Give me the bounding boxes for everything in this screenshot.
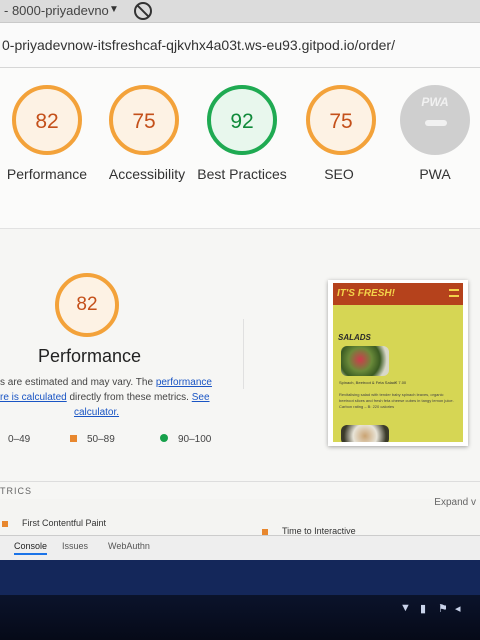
performance-heading: Performance (38, 346, 142, 366)
tab-console[interactable]: Console (14, 541, 48, 555)
second-dish-image (341, 425, 389, 442)
performance-score: 82 (35, 110, 59, 133)
thumbnail-header: IT'S FRESH! (333, 283, 463, 305)
legend-pass-range: 90–100 (178, 434, 212, 445)
pwa-label[interactable]: PWA (380, 164, 480, 184)
accessibility-score: 75 (132, 110, 156, 133)
taskbar-strip (0, 560, 480, 595)
legend-pass: 90–100 (160, 434, 211, 445)
lighthouse-score-summary: 82 Performance 75 Accessibility 92 Best … (0, 68, 480, 229)
desc-text-1: s are estimated and may vary. The (0, 377, 156, 388)
seo-label[interactable]: SEO (284, 164, 394, 184)
browser-tab-bar: - 8000-priyadevno ▼ (0, 0, 480, 23)
performance-description: s are estimated and may vary. The perfor… (0, 375, 225, 420)
performance-section: 82 Performance s are estimated and may v… (0, 229, 480, 499)
block-icon[interactable] (134, 2, 152, 20)
thumbnail-item-description: Revitalising salad with tender baby spin… (339, 392, 454, 409)
best-practices-label[interactable]: Best Practices (189, 164, 295, 184)
volume-icon[interactable]: ◂ (455, 602, 461, 615)
accessibility-gauge[interactable]: 75 (109, 85, 179, 155)
orange-square-icon (2, 520, 8, 527)
metrics-divider (0, 481, 480, 482)
address-bar[interactable]: 0-priyadevnow-itsfreshcaf-qjkvhx4a03t.ws… (0, 23, 480, 68)
seo-gauge[interactable]: 75 (306, 85, 376, 155)
legend-fail: 0–49 (8, 434, 30, 445)
url-text[interactable]: 0-priyadevnow-itsfreshcaf-qjkvhx4a03t.ws… (2, 37, 395, 53)
salad-image (341, 346, 389, 376)
performance-big-gauge: 82 (55, 273, 119, 337)
pwa-badge-text: PWA (421, 95, 449, 109)
accessibility-label[interactable]: Accessibility (92, 164, 202, 184)
orange-square-icon (70, 435, 77, 442)
best-practices-score: 92 (230, 110, 254, 133)
browser-window: - 8000-priyadevno ▼ 0-priyadevnow-itsfre… (0, 0, 480, 560)
performance-gauge[interactable]: 82 (12, 85, 82, 155)
flag-icon[interactable]: ⚑ (438, 602, 448, 615)
green-circle-icon (160, 434, 168, 442)
thumbnail-page: IT'S FRESH! SALADS Spinach, Beetroot & F… (333, 283, 463, 442)
performance-link[interactable]: performance (156, 377, 212, 388)
pwa-gauge[interactable]: PWA (400, 85, 470, 155)
desc-text-2: directly from these metrics. (66, 392, 192, 403)
legend-average-range: 50–89 (87, 434, 115, 445)
hamburger-menu-icon (449, 289, 459, 297)
performance-big-score: 82 (76, 294, 98, 315)
chevron-down-icon[interactable]: ▼ (109, 4, 119, 15)
thumbnail-brand: IT'S FRESH! (337, 288, 395, 299)
metric-first-contentful-paint: First Contentful Paint (2, 518, 106, 528)
orange-square-icon (262, 528, 268, 535)
browser-tab-title[interactable]: - 8000-priyadevno (4, 3, 109, 18)
metrics-heading: TRICS (0, 486, 32, 496)
battery-icon[interactable]: ▮ (420, 602, 426, 615)
calculator-link[interactable]: calculator. (74, 407, 119, 418)
metric-label: First Contentful Paint (22, 518, 107, 528)
legend-fail-range: 0–49 (8, 434, 31, 445)
divider (243, 319, 244, 389)
pwa-dash-icon (425, 120, 447, 126)
seo-score: 75 (329, 110, 353, 133)
tab-webauthn[interactable]: WebAuthn (108, 541, 150, 551)
expand-view-toggle[interactable]: Expand v (434, 497, 476, 508)
devtools-drawer: Console Issues WebAuthn (0, 535, 480, 560)
thumbnail-section-title: SALADS (338, 333, 371, 342)
os-taskbar (0, 560, 480, 640)
calculated-link[interactable]: re is calculated (0, 392, 67, 403)
final-screenshot-thumbnail[interactable]: IT'S FRESH! SALADS Spinach, Beetroot & F… (328, 280, 468, 446)
best-practices-gauge[interactable]: 92 (207, 85, 277, 155)
network-icon[interactable]: ▼ (400, 602, 411, 614)
tab-issues[interactable]: Issues (62, 541, 88, 551)
see-link[interactable]: See (192, 392, 210, 403)
performance-label[interactable]: Performance (0, 164, 102, 184)
legend-average: 50–89 (70, 434, 115, 445)
thumbnail-item-name: Spinach, Beetroot & Feta Salad€ 7.00 (339, 380, 407, 385)
